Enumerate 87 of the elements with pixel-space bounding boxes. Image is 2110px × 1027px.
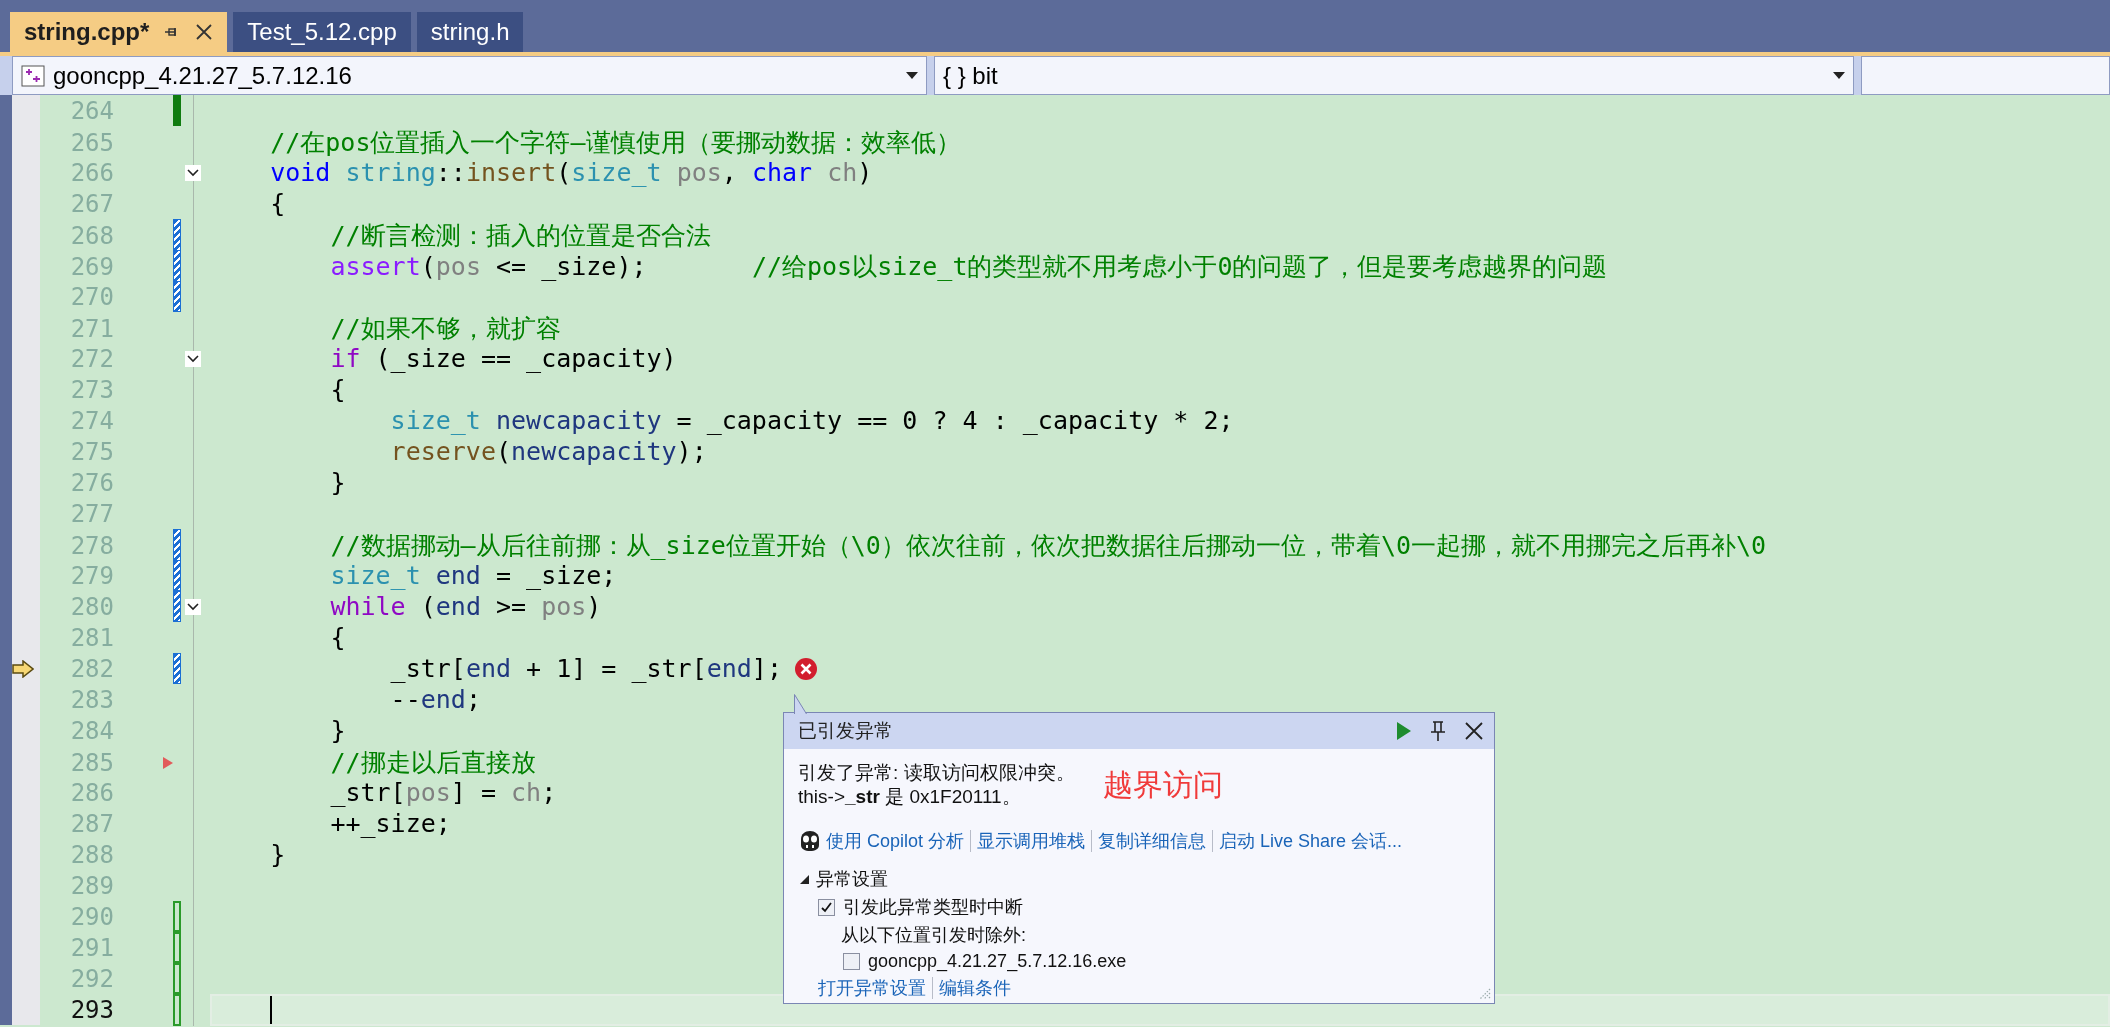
file-tab[interactable]: Test_5.12.cpp [233,12,411,52]
line-number: 286 [69,778,115,807]
collapse-icon[interactable] [185,350,201,367]
action-link[interactable]: 复制详细信息 [1098,829,1207,853]
code-line: //数据挪动—从后往前挪：从_size位置开始（\0）依次往前，依次把数据往后挪动一位，带着\0一起挪，就不用挪完之后再补\0 [330,530,1767,562]
code-line: { [270,189,286,218]
code-line: _str[end + 1] = _str[end]; [390,654,782,683]
line-number: 280 [69,592,115,621]
settings-heading: 异常设置 [816,868,888,891]
code-line: --end; [390,685,481,714]
code-line: reserve(newcapacity); [390,437,707,466]
line-number: 274 [69,406,115,435]
line-number: 276 [69,468,115,497]
line-number: 288 [69,840,115,869]
line-number: 275 [69,437,115,466]
line-number: 271 [69,314,115,343]
line-number: 293 [69,996,115,1024]
collapse-icon[interactable] [185,598,201,615]
code-line: //断言检测：插入的位置是否合法 [330,220,711,252]
line-number: 269 [69,252,115,281]
dropdown-arrow-icon [1833,72,1845,79]
copilot-icon [798,830,822,852]
code-line: } [270,840,286,869]
code-line: assert(pos <= _size); //给pos以size_t的类型就不用考虑小于0的问题了，但是要考虑越界的问题 [330,251,1608,283]
annotation-text: 越界访问 [1102,765,1223,804]
checkbox[interactable] [843,953,860,970]
exception-detail: this->_str 是 0x1F20111。 [798,785,1022,809]
file-tab[interactable]: string.h [416,12,524,52]
file-tab[interactable]: string.cpp* [10,12,228,52]
line-number: 270 [69,282,115,311]
line-number: 292 [69,964,115,993]
project-dropdown[interactable]: gooncpp_4.21.27_5.7.12.16 [12,56,927,95]
code-line: { [330,623,346,652]
expand-triangle-icon[interactable] [798,873,810,885]
collapse-icon[interactable] [185,164,201,181]
exception-message: 引发了异常: 读取访问权限冲突。 [798,761,1075,785]
line-number: 290 [69,902,115,931]
line-number: 272 [69,344,115,373]
project-icon [21,64,45,87]
close-icon[interactable] [1464,721,1484,741]
code-line: //挪走以后直接放 [330,747,536,779]
code-line: _str[pos] = ch; [330,778,557,807]
dropdown-arrow-icon [906,72,918,79]
code-line: size_t newcapacity = _capacity == 0 ? 4 : _capacity * 2; [390,406,1234,435]
line-number: 289 [69,871,115,900]
code-line: //在pos位置插入一个字符—谨慎使用（要挪动数据：效率低） [270,127,961,159]
code-line: //如果不够，就扩容 [330,313,561,345]
settings-link[interactable]: 编辑条件 [939,976,1011,1000]
close-icon[interactable] [195,23,214,41]
action-link[interactable]: 显示调用堆栈 [977,829,1086,853]
module-label: gooncpp_4.21.27_5.7.12.16.exe [868,951,1127,972]
error-icon[interactable] [793,656,818,681]
pin-icon[interactable] [1430,720,1446,742]
line-number: 265 [69,128,115,157]
action-link[interactable]: 启动 Live Share 会话... [1219,829,1403,853]
except-label: 从以下位置引发时除外: [840,924,1026,947]
line-number: 267 [69,189,115,218]
scope-dropdown[interactable]: { } bit [934,56,1854,95]
line-number: 287 [69,809,115,838]
line-number: 264 [69,96,115,125]
code-line: } [330,468,346,497]
line-number: 278 [69,531,115,560]
code-line: size_t end = _size; [330,561,617,590]
code-line: } [330,716,346,745]
line-number: 282 [69,654,115,683]
line-number: 279 [69,561,115,590]
continue-icon[interactable] [1396,721,1412,741]
line-number: 285 [69,748,115,777]
line-number: 277 [69,499,115,528]
action-link[interactable]: 使用 Copilot 分析 [826,829,965,853]
code-line: { [330,375,346,404]
line-number: 268 [69,221,115,250]
code-line: if (_size == _capacity) [330,344,677,373]
settings-link[interactable]: 打开异常设置 [818,976,926,1000]
line-number: 284 [69,716,115,745]
line-number: 283 [69,685,115,714]
line-number: 266 [69,158,115,187]
resize-grip-icon[interactable] [1479,988,1491,1000]
line-number: 291 [69,933,115,962]
line-number: 273 [69,375,115,404]
code-line: while (end >= pos) [330,592,602,621]
option-label: 引发此异常类型时中断 [843,896,1023,919]
line-number: 281 [69,623,115,652]
checkbox[interactable] [818,898,835,916]
code-line: ++_size; [330,809,451,838]
code-line: void string::insert(size_t pos, char ch) [270,158,873,187]
popup-title: 已引发异常 [798,719,894,743]
